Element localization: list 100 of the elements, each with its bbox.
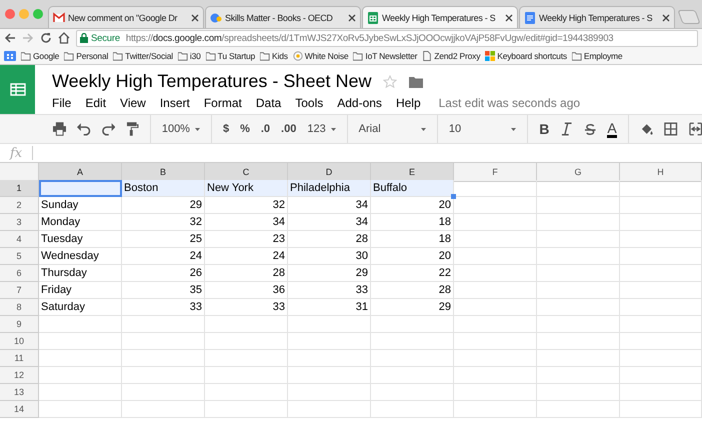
- bookmark[interactable]: Twitter/Social: [113, 50, 173, 60]
- table-cell[interactable]: [371, 333, 454, 350]
- table-cell[interactable]: [537, 333, 620, 350]
- row-header[interactable]: 10: [0, 333, 39, 350]
- table-cell[interactable]: [205, 401, 288, 418]
- star-icon[interactable]: [383, 75, 398, 88]
- bookmark[interactable]: Google: [21, 50, 60, 60]
- table-cell[interactable]: [454, 265, 537, 282]
- table-cell[interactable]: [454, 197, 537, 214]
- table-cell[interactable]: 30: [288, 248, 371, 265]
- table-cell[interactable]: 32: [122, 214, 205, 231]
- address-bar[interactable]: Secure https://docs.google.com/spreadsheets/d/1TmWJS27XoRv5JybeSwLxSJjOOOcwjjkoVAjP58FvUgw/edit#gid=1944389903: [76, 30, 698, 46]
- table-cell[interactable]: [371, 401, 454, 418]
- row-header[interactable]: 12: [0, 367, 39, 384]
- table-cell[interactable]: [537, 214, 620, 231]
- table-cell[interactable]: [620, 265, 702, 282]
- table-cell[interactable]: 28: [205, 265, 288, 282]
- close-icon[interactable]: [505, 14, 513, 22]
- table-cell[interactable]: [122, 401, 205, 418]
- table-cell[interactable]: 32: [205, 197, 288, 214]
- close-icon[interactable]: [348, 14, 356, 22]
- table-cell[interactable]: [454, 299, 537, 316]
- table-cell[interactable]: [371, 350, 454, 367]
- toolbar-dropdown[interactable]: 100%: [162, 123, 200, 135]
- table-cell[interactable]: [122, 333, 205, 350]
- table-cell[interactable]: 22: [371, 265, 454, 282]
- paint-bucket-icon[interactable]: [640, 122, 654, 136]
- menu-item[interactable]: Format: [204, 96, 242, 110]
- forward-icon[interactable]: [22, 32, 34, 44]
- table-cell[interactable]: [39, 316, 122, 333]
- table-cell[interactable]: [39, 367, 122, 384]
- table-cell[interactable]: [371, 384, 454, 401]
- table-cell[interactable]: [122, 367, 205, 384]
- table-cell[interactable]: 23: [205, 231, 288, 248]
- table-cell[interactable]: [205, 350, 288, 367]
- menu-item[interactable]: Add-ons: [337, 96, 382, 110]
- table-cell[interactable]: Friday: [39, 282, 122, 299]
- bookmark[interactable]: White Noise: [292, 50, 348, 60]
- table-cell[interactable]: 33: [288, 282, 371, 299]
- table-cell[interactable]: [620, 333, 702, 350]
- table-cell[interactable]: [288, 316, 371, 333]
- row-header[interactable]: 5: [0, 248, 39, 265]
- table-cell[interactable]: [39, 384, 122, 401]
- table-cell[interactable]: [537, 282, 620, 299]
- table-cell[interactable]: [454, 333, 537, 350]
- table-cell[interactable]: [454, 350, 537, 367]
- bookmark[interactable]: Kids: [260, 50, 288, 60]
- table-cell[interactable]: [122, 316, 205, 333]
- table-cell[interactable]: [454, 180, 537, 197]
- table-cell[interactable]: [39, 180, 122, 197]
- toolbar-button[interactable]: $: [222, 123, 230, 135]
- table-cell[interactable]: [620, 401, 702, 418]
- print-icon[interactable]: [53, 122, 66, 136]
- paint-roller-icon[interactable]: [126, 122, 139, 136]
- table-cell[interactable]: 33: [122, 299, 205, 316]
- table-cell[interactable]: [620, 384, 702, 401]
- column-header[interactable]: H: [620, 163, 702, 182]
- italic-icon[interactable]: [560, 122, 573, 136]
- table-cell[interactable]: [620, 197, 702, 214]
- browser-tab[interactable]: Weekly High Temperatures - S: [362, 6, 518, 28]
- row-header[interactable]: 9: [0, 316, 39, 333]
- table-cell[interactable]: [620, 367, 702, 384]
- table-cell[interactable]: [537, 367, 620, 384]
- toolbar-button[interactable]: .0: [260, 123, 270, 135]
- table-cell[interactable]: [620, 350, 702, 367]
- table-cell[interactable]: 35: [122, 282, 205, 299]
- table-cell[interactable]: Buffalo: [371, 180, 454, 197]
- table-cell[interactable]: [620, 214, 702, 231]
- table-cell[interactable]: [454, 384, 537, 401]
- close-icon[interactable]: [662, 14, 670, 22]
- table-cell[interactable]: Monday: [39, 214, 122, 231]
- table-cell[interactable]: [537, 401, 620, 418]
- table-cell[interactable]: 29: [371, 299, 454, 316]
- table-cell[interactable]: [454, 367, 537, 384]
- bookmark[interactable]: i30: [178, 50, 201, 60]
- folder-icon[interactable]: [409, 76, 424, 88]
- table-cell[interactable]: [454, 316, 537, 333]
- row-header[interactable]: 7: [0, 282, 39, 299]
- table-cell[interactable]: 34: [205, 214, 288, 231]
- text-color-button[interactable]: A: [607, 120, 617, 138]
- table-cell[interactable]: [454, 214, 537, 231]
- bookmark[interactable]: Employme: [572, 50, 622, 60]
- table-cell[interactable]: [288, 333, 371, 350]
- table-cell[interactable]: [288, 367, 371, 384]
- table-cell[interactable]: [122, 384, 205, 401]
- table-cell[interactable]: 24: [122, 248, 205, 265]
- column-header[interactable]: G: [537, 163, 620, 182]
- row-header[interactable]: 6: [0, 265, 39, 282]
- table-cell[interactable]: [288, 401, 371, 418]
- table-cell[interactable]: [205, 367, 288, 384]
- sheets-logo-icon[interactable]: [0, 65, 35, 114]
- bookmark[interactable]: IoT Newsletter: [353, 50, 418, 60]
- table-cell[interactable]: 34: [288, 214, 371, 231]
- table-cell[interactable]: [454, 401, 537, 418]
- table-cell[interactable]: [620, 231, 702, 248]
- table-cell[interactable]: New York: [205, 180, 288, 197]
- menu-item[interactable]: Insert: [160, 96, 190, 110]
- table-cell[interactable]: Sunday: [39, 197, 122, 214]
- row-header[interactable]: 11: [0, 350, 39, 367]
- bold-button[interactable]: B: [539, 121, 550, 137]
